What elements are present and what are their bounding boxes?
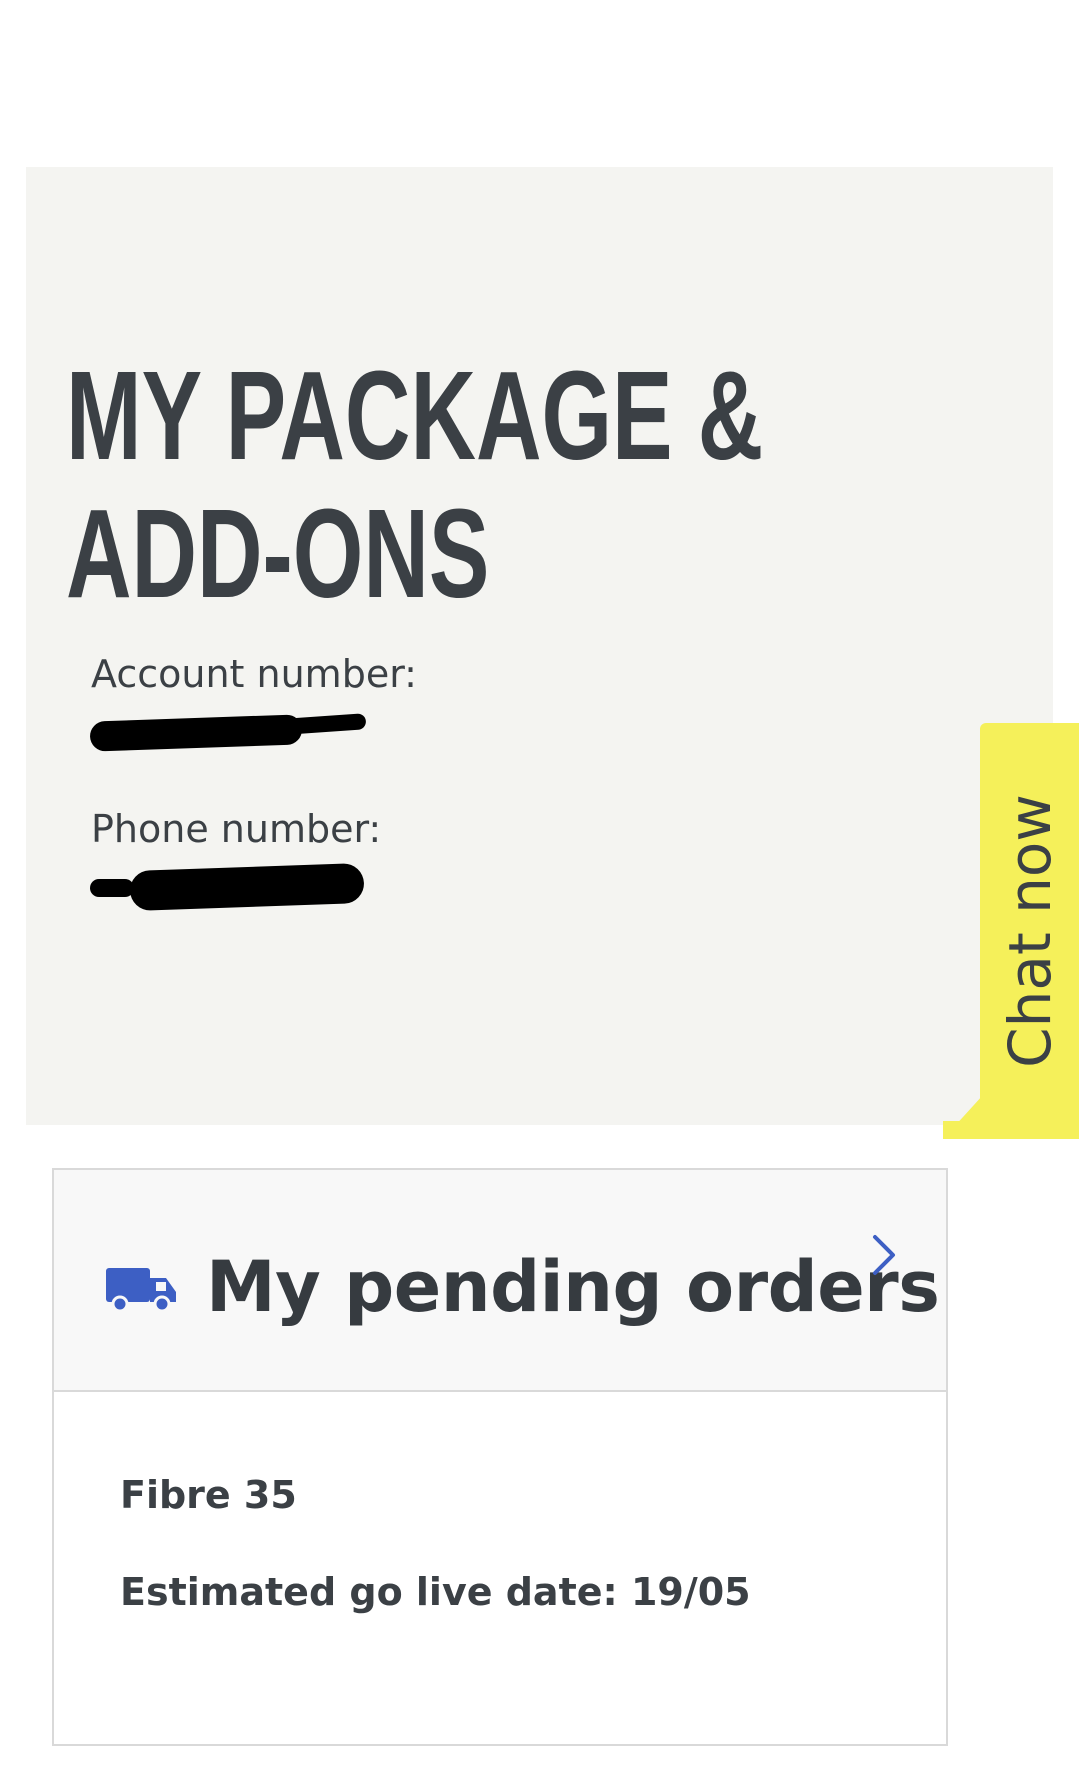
page-title: MY PACKAGE & ADD-ONS xyxy=(66,347,763,623)
chat-now-button[interactable]: Chat now xyxy=(980,723,1079,1139)
page-title-line-1: MY PACKAGE & xyxy=(66,345,764,486)
phone-number-label: Phone number: xyxy=(91,807,382,851)
chat-now-label: Chat now xyxy=(996,794,1064,1068)
page-title-line-2: ADD-ONS xyxy=(66,483,490,624)
phone-number-redaction-start xyxy=(90,879,134,897)
chevron-right-icon[interactable] xyxy=(870,1232,898,1278)
pending-orders-header[interactable]: My pending orders xyxy=(54,1170,946,1392)
package-header: MY PACKAGE & ADD-ONS Account number: Pho… xyxy=(26,167,1053,1125)
order-name: Fibre 35 xyxy=(120,1473,297,1517)
truck-icon xyxy=(106,1268,176,1313)
account-number-label: Account number: xyxy=(91,652,417,696)
pending-orders-title: My pending orders xyxy=(206,1246,940,1328)
pending-orders-card: My pending orders Fibre 35 Estimated go … xyxy=(52,1168,948,1746)
page: MY PACKAGE & ADD-ONS Account number: Pho… xyxy=(0,0,1079,1787)
order-go-live-date: Estimated go live date: 19/05 xyxy=(120,1570,751,1614)
phone-number-redaction xyxy=(129,862,365,912)
